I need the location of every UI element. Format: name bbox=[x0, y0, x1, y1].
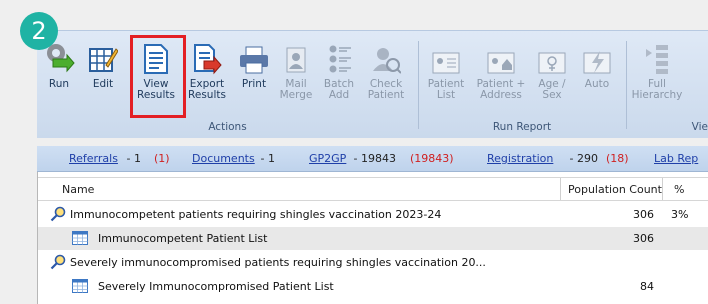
mail-merge-button[interactable]: Mail Merge bbox=[275, 39, 317, 119]
ribbon-group-labels: Actions Run Report Vie bbox=[37, 119, 708, 137]
full-hierarchy-label: Full Hierarchy bbox=[631, 78, 683, 101]
column-header-population[interactable]: Population Count bbox=[568, 183, 662, 196]
check-patient-label: Check Patient bbox=[367, 78, 405, 101]
ribbon-group-separator bbox=[418, 41, 419, 129]
edit-label: Edit bbox=[92, 78, 114, 90]
referrals-count: - 1 bbox=[123, 152, 145, 165]
row-count: 84 bbox=[640, 280, 654, 293]
patient-list-icon bbox=[430, 39, 462, 75]
check-patient-button[interactable]: Check Patient bbox=[363, 39, 409, 119]
auto-label: Auto bbox=[584, 78, 610, 90]
table-row[interactable]: Severely immunocompromised patients requ… bbox=[38, 251, 708, 274]
edit-button[interactable]: Edit bbox=[83, 39, 123, 119]
documents-count: - 1 bbox=[257, 152, 275, 165]
patient-list-label: Patient List bbox=[427, 78, 465, 101]
auto-button[interactable]: Auto bbox=[577, 39, 617, 119]
lab-reports-link[interactable]: Lab Rep bbox=[654, 152, 698, 165]
table-row[interactable]: Severely Immunocompromised Patient List … bbox=[38, 275, 708, 298]
search-report-icon bbox=[50, 254, 66, 273]
age-sex-button[interactable]: Age / Sex bbox=[531, 39, 573, 119]
age-sex-icon bbox=[536, 39, 568, 75]
patient-list-table-icon bbox=[72, 231, 88, 248]
run-label: Run bbox=[48, 78, 70, 90]
table-row[interactable]: Immunocompetent Patient List 306 bbox=[38, 227, 708, 250]
column-header-name[interactable]: Name bbox=[62, 183, 94, 196]
gp2gp-count: - 19843 bbox=[350, 152, 400, 165]
referrals-red-count: (1) bbox=[154, 152, 170, 165]
mail-merge-icon bbox=[280, 39, 312, 75]
documents-link[interactable]: Documents bbox=[192, 152, 255, 165]
column-header-percent[interactable]: % bbox=[674, 183, 684, 196]
edit-grid-icon bbox=[87, 39, 119, 75]
registration-red-count: (18) bbox=[606, 152, 629, 165]
patient-address-label: Patient + Address bbox=[476, 78, 526, 101]
group-label-run-report: Run Report bbox=[492, 121, 552, 133]
grid-header: Name Population Count % bbox=[38, 177, 708, 201]
registration-count: - 290 bbox=[566, 152, 602, 165]
status-link-bar: Referrals - 1 (1) Documents - 1 GP2GP - … bbox=[37, 146, 708, 172]
gp2gp-red-count: (19843) bbox=[410, 152, 454, 165]
export-results-icon bbox=[191, 39, 223, 75]
column-divider bbox=[662, 178, 663, 200]
export-results-button[interactable]: Export Results bbox=[184, 39, 230, 119]
row-name: Immunocompetent patients requiring shing… bbox=[70, 208, 442, 221]
full-hierarchy-button[interactable]: Full Hierarchy bbox=[631, 39, 683, 119]
check-patient-icon bbox=[370, 39, 402, 75]
patient-address-button[interactable]: Patient + Address bbox=[473, 39, 529, 119]
run-button[interactable]: Run bbox=[39, 39, 79, 119]
batch-add-button[interactable]: Batch Add bbox=[318, 39, 360, 119]
row-count: 306 bbox=[633, 208, 654, 221]
patient-list-button[interactable]: Patient List bbox=[423, 39, 469, 119]
auto-icon bbox=[581, 39, 613, 75]
ribbon-group-separator bbox=[626, 41, 627, 129]
export-results-label: Export Results bbox=[188, 78, 226, 101]
search-results-grid: Name Population Count % Immunocompetent … bbox=[37, 172, 708, 304]
patient-address-icon bbox=[485, 39, 517, 75]
patient-list-table-icon bbox=[72, 279, 88, 296]
step-number-badge: 2 bbox=[20, 12, 58, 50]
view-results-highlight-box bbox=[130, 35, 186, 118]
registration-link[interactable]: Registration bbox=[487, 152, 553, 165]
batch-add-label: Batch Add bbox=[323, 78, 355, 101]
print-button[interactable]: Print bbox=[233, 39, 275, 119]
row-name: Severely immunocompromised patients requ… bbox=[70, 256, 486, 269]
printer-icon bbox=[238, 39, 270, 75]
row-name: Severely Immunocompromised Patient List bbox=[98, 280, 334, 293]
age-sex-label: Age / Sex bbox=[538, 78, 566, 101]
row-percent: 3% bbox=[671, 208, 689, 221]
gp2gp-link[interactable]: GP2GP bbox=[309, 152, 346, 165]
search-report-icon bbox=[50, 206, 66, 225]
referrals-link[interactable]: Referrals bbox=[69, 152, 118, 165]
row-name: Immunocompetent Patient List bbox=[98, 232, 268, 245]
emis-search-window: 2 Run Edit View Results Export Results P… bbox=[0, 0, 708, 304]
full-hierarchy-icon bbox=[641, 39, 673, 75]
row-count: 306 bbox=[633, 232, 654, 245]
table-row[interactable]: Immunocompetent patients requiring shing… bbox=[38, 203, 708, 226]
mail-merge-label: Mail Merge bbox=[279, 78, 313, 101]
column-divider bbox=[560, 178, 561, 200]
group-label-view: Vie bbox=[691, 121, 708, 133]
print-label: Print bbox=[241, 78, 267, 90]
group-label-actions: Actions bbox=[208, 121, 247, 133]
batch-add-icon bbox=[323, 39, 355, 75]
